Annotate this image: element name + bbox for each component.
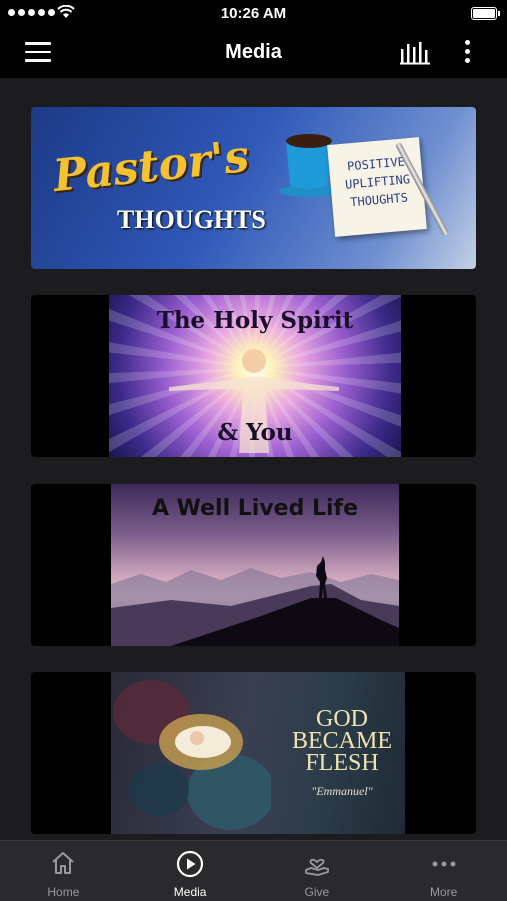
card-title-script: Pastor's bbox=[50, 130, 252, 203]
card-title-line-2: & You bbox=[217, 419, 293, 446]
tab-label: More bbox=[429, 885, 458, 899]
media-card-god-became-flesh[interactable]: GOD BECAME FLESH "Emmanuel" bbox=[31, 672, 476, 834]
card-title: A Well Lived Life bbox=[151, 496, 359, 521]
card-subtitle: "Emmanuel" bbox=[311, 784, 373, 798]
page-title: Media bbox=[225, 41, 282, 63]
battery-icon bbox=[471, 7, 500, 20]
tab-label: Media bbox=[173, 885, 207, 899]
tab-media[interactable]: Media bbox=[127, 841, 254, 901]
status-bar: 10:26 AM bbox=[0, 0, 507, 28]
card-title-caps: THOUGHTS bbox=[117, 205, 266, 234]
tab-home[interactable]: Home bbox=[0, 841, 127, 901]
media-list: Pastor's THOUGHTS POSITIVE UPLIFTING THO… bbox=[0, 78, 507, 840]
tab-give[interactable]: Give bbox=[254, 841, 381, 901]
god-became-flesh-artwork: GOD BECAME FLESH "Emmanuel" bbox=[111, 672, 405, 834]
tab-label: Give bbox=[304, 885, 330, 899]
top-nav-bar: Media bbox=[0, 28, 507, 78]
well-lived-life-artwork: A Well Lived Life bbox=[111, 484, 399, 646]
give-hand-heart-icon bbox=[304, 858, 329, 876]
card-title-line-3: FLESH bbox=[305, 750, 379, 776]
audio-bars-icon[interactable] bbox=[400, 41, 430, 65]
tab-more[interactable]: More bbox=[380, 841, 507, 901]
play-circle-icon bbox=[177, 850, 204, 878]
nativity-image bbox=[113, 680, 271, 830]
bottom-tab-bar: Home Media Give More bbox=[0, 840, 507, 901]
more-vertical-icon[interactable] bbox=[460, 40, 474, 67]
sticky-note-image: POSITIVE UPLIFTING THOUGHTS bbox=[327, 137, 427, 237]
media-card-holy-spirit[interactable]: The Holy Spirit & You bbox=[31, 295, 476, 457]
media-card-pastors-thoughts[interactable]: Pastor's THOUGHTS POSITIVE UPLIFTING THO… bbox=[31, 107, 476, 269]
mountain-landscape bbox=[111, 556, 399, 646]
more-horizontal-icon bbox=[432, 861, 456, 867]
card-title: The Holy Spirit bbox=[156, 307, 354, 334]
media-card-well-lived-life[interactable]: A Well Lived Life bbox=[31, 484, 476, 646]
holy-spirit-artwork: The Holy Spirit & You bbox=[109, 295, 401, 457]
home-icon bbox=[52, 852, 75, 874]
tab-label: Home bbox=[47, 885, 80, 899]
status-time: 10:26 AM bbox=[220, 5, 287, 22]
